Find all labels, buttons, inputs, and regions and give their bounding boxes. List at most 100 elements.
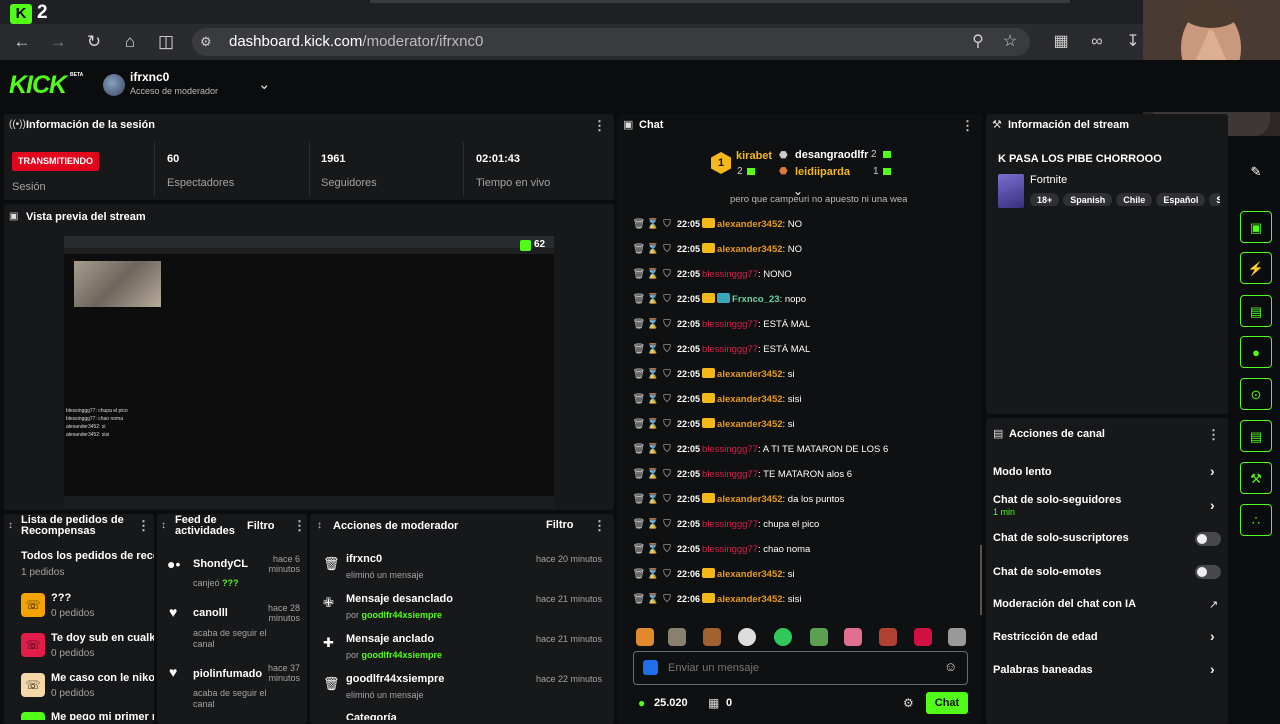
rewards-menu-icon[interactable]: ⋮ <box>137 518 150 534</box>
ai-moderation-item[interactable]: Moderación del chat con IA <box>993 598 1136 610</box>
download-icon[interactable]: ↧ <box>1121 30 1145 54</box>
delete-message-icon[interactable]: 🗑 <box>632 562 646 587</box>
feed-user[interactable]: ShondyCL <box>193 558 248 570</box>
reward-name[interactable]: ??? <box>51 592 71 604</box>
timeout-icon[interactable]: ⌛ <box>646 312 660 337</box>
send-chat-button[interactable]: Chat <box>926 692 968 714</box>
chat-username[interactable]: Frxnco_23 <box>732 294 780 305</box>
chat-menu-icon[interactable]: ⋮ <box>961 118 974 134</box>
ban-icon[interactable]: ⛉ <box>660 287 674 312</box>
home-icon[interactable]: ⌂ <box>118 30 142 54</box>
chat-message[interactable]: 🗑⌛ ⛉ 22:05 blessinggg77: chao noma <box>632 537 982 562</box>
ban-icon[interactable]: ⛉ <box>660 262 674 287</box>
timeout-icon[interactable]: ⌛ <box>646 362 660 387</box>
category-name[interactable]: Fortnite <box>1030 174 1067 186</box>
ban-icon[interactable]: ⛉ <box>660 362 674 387</box>
timeout-icon[interactable]: ⌛ <box>646 387 660 412</box>
delete-message-icon[interactable]: 🗑 <box>632 362 646 387</box>
external-link-icon[interactable]: ↗ <box>1209 598 1218 611</box>
chevron-right-icon[interactable]: › <box>1210 661 1215 677</box>
timeout-icon[interactable]: ⌛ <box>646 462 660 487</box>
slow-mode-item[interactable]: Modo lento <box>993 466 1052 478</box>
banned-words-item[interactable]: Palabras baneadas <box>993 664 1093 676</box>
ban-icon[interactable]: ⛉ <box>660 237 674 262</box>
delete-message-icon[interactable]: 🗑 <box>632 387 646 412</box>
emote-picker-icon[interactable]: ☺ <box>944 659 957 674</box>
delete-message-icon[interactable]: 🗑 <box>632 287 646 312</box>
activity-widget-icon[interactable]: ∴ <box>1240 504 1272 536</box>
chat-message[interactable]: 🗑⌛ ⛉ 22:05 blessinggg77: TE MATARON alos 6 <box>632 462 982 487</box>
top-gifter-name[interactable]: kirabet <box>736 150 772 162</box>
ban-icon[interactable]: ⛉ <box>660 337 674 362</box>
delete-message-icon[interactable]: 🗑 <box>632 537 646 562</box>
mod-menu-icon[interactable]: ⋮ <box>593 518 606 534</box>
quick-actions-widget-icon[interactable]: ⚡ <box>1240 252 1272 284</box>
chat-username[interactable]: blessinggg77 <box>702 444 758 455</box>
timeout-icon[interactable]: ⌛ <box>646 587 660 612</box>
ban-icon[interactable]: ⛉ <box>660 312 674 337</box>
drag-handle-icon[interactable]: ↕ <box>317 520 322 531</box>
subscribers-only-toggle[interactable] <box>1195 532 1221 546</box>
chat-scrollbar[interactable] <box>980 545 982 615</box>
feed-filter-button[interactable]: Filtro <box>247 520 275 532</box>
session-menu-icon[interactable]: ⋮ <box>593 118 606 134</box>
emote-icon[interactable] <box>879 628 897 646</box>
chat-username[interactable]: alexander3452 <box>717 494 783 505</box>
chat-username[interactable]: alexander3452 <box>717 244 783 255</box>
bookmark-star-icon[interactable]: ☆ <box>998 30 1022 54</box>
reward-name[interactable]: Te doy sub en cualki <box>51 632 154 644</box>
chat-message[interactable]: 🗑⌛ ⛉ 22:05 blessinggg77: ESTÁ MAL <box>632 312 982 337</box>
chat-username[interactable]: alexander3452 <box>717 219 783 230</box>
mod-action-title[interactable]: Mensaje anclado <box>346 633 434 645</box>
ban-icon[interactable]: ⛉ <box>660 387 674 412</box>
chat-message[interactable]: 🗑⌛ ⛉ 22:05 alexander3452: si <box>632 362 982 387</box>
chat-message[interactable]: 🗑⌛ ⛉ 22:05 blessinggg77: NONO <box>632 262 982 287</box>
timeout-icon[interactable]: ⌛ <box>646 287 660 312</box>
ban-icon[interactable]: ⛉ <box>660 487 674 512</box>
emote-icon[interactable] <box>774 628 792 646</box>
broadcast-widget-icon[interactable]: ⊙ <box>1240 378 1272 410</box>
chat-message[interactable]: 🗑⌛ ⛉ 22:05 blessinggg77: ESTÁ MAL <box>632 337 982 362</box>
chat-username[interactable]: alexander3452 <box>717 419 783 430</box>
feed-menu-icon[interactable]: ⋮ <box>293 518 306 534</box>
reward-name[interactable]: Me caso con le nikot <box>51 672 154 684</box>
tab-count[interactable]: 2 <box>37 2 48 24</box>
timeout-icon[interactable]: ⌛ <box>646 537 660 562</box>
sidebar-toggle-icon[interactable]: ◫ <box>154 30 178 54</box>
emote-icon[interactable] <box>636 628 654 646</box>
chat-message[interactable]: 🗑⌛ ⛉ 22:05 alexander3452: si <box>632 412 982 437</box>
chat-username[interactable]: blessinggg77 <box>702 469 758 480</box>
chat-widget-icon[interactable]: ● <box>1240 336 1272 368</box>
channel-points-value[interactable]: 25.020 <box>654 697 688 709</box>
delete-message-icon[interactable]: 🗑 <box>632 262 646 287</box>
forward-icon[interactable]: → <box>46 30 70 54</box>
emote-icon[interactable] <box>668 628 686 646</box>
ban-icon[interactable]: ⛉ <box>660 212 674 237</box>
edit-layout-icon[interactable]: ✎ <box>1240 156 1272 188</box>
drag-handle-icon[interactable]: ↕ <box>8 520 13 531</box>
delete-message-icon[interactable]: 🗑 <box>632 212 646 237</box>
chat-message[interactable]: 🗑⌛ ⛉ 22:06 alexander3452: si <box>632 562 982 587</box>
rewards-all-title[interactable]: Todos los pedidos de reco <box>21 550 154 562</box>
chat-username[interactable]: alexander3452 <box>717 594 783 605</box>
chat-message-input[interactable] <box>668 658 928 678</box>
emotes-only-toggle[interactable] <box>1195 565 1221 579</box>
chevron-right-icon[interactable]: › <box>1210 497 1215 513</box>
emote-icon[interactable] <box>948 628 966 646</box>
timeout-icon[interactable]: ⌛ <box>646 562 660 587</box>
delete-message-icon[interactable]: 🗑 <box>632 312 646 337</box>
chat-username[interactable]: blessinggg77 <box>702 344 758 355</box>
emote-icon[interactable] <box>703 628 721 646</box>
stream-preview-video[interactable]: 62 blessinggg77: chupa el pico blessingg… <box>64 236 554 508</box>
chat-username[interactable]: alexander3452 <box>717 369 783 380</box>
timeout-icon[interactable]: ⌛ <box>646 487 660 512</box>
timeout-icon[interactable]: ⌛ <box>646 237 660 262</box>
delete-message-icon[interactable]: 🗑 <box>632 512 646 537</box>
reload-icon[interactable]: ↻ <box>82 30 106 54</box>
emote-icon[interactable] <box>844 628 862 646</box>
delete-message-icon[interactable]: 🗑 <box>632 412 646 437</box>
stream-info-widget-icon[interactable]: ⚒ <box>1240 462 1272 494</box>
timeout-icon[interactable]: ⌛ <box>646 212 660 237</box>
chat-message[interactable]: 🗑⌛ ⛉ 22:06 alexander3452: sisi <box>632 587 982 612</box>
chat-message[interactable]: 🗑⌛ ⛉ 22:05 blessinggg77: chupa el pico <box>632 512 982 537</box>
